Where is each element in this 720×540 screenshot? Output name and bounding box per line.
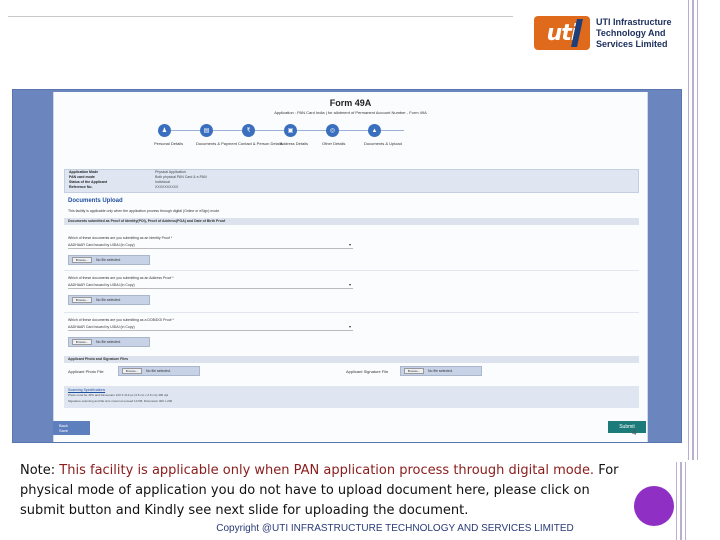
currency-icon: ₹ <box>242 124 255 137</box>
signature-label: Applicant Signature File <box>346 369 389 374</box>
deco-line <box>688 0 689 460</box>
slide: uti UTI Infrastructure Technology And Se… <box>0 0 720 540</box>
address-file-input[interactable]: Browse... No file selected. <box>68 295 150 305</box>
browse-button[interactable]: Browse... <box>122 368 142 374</box>
identity-file-input[interactable]: Browse... No file selected. <box>68 255 150 265</box>
note-prefix: Note: <box>20 463 60 478</box>
file-status: No file selected. <box>96 298 121 302</box>
browse-button[interactable]: Browse... <box>72 297 92 303</box>
logo-line-3: Services Limited <box>596 38 668 49</box>
step-label: Address Details <box>280 141 309 146</box>
step-label: Personal Details <box>154 141 184 146</box>
divider <box>64 312 639 313</box>
address-proof-select[interactable]: AADHAAR Card issued by UIDAI (in Copy) ▾ <box>68 281 353 289</box>
form-panel: Form 49A Application : PAN Card India | … <box>53 92 648 442</box>
form-title: Form 49A <box>329 98 372 108</box>
save-label: Save <box>59 428 69 433</box>
logo-text: UTI Infrastructure Technology And Servic… <box>596 17 672 50</box>
document-icon: ▤ <box>200 124 213 137</box>
step-label: Documents & Upload <box>364 141 402 146</box>
documents-header: Documents submitted as Proof of Identity… <box>64 218 639 225</box>
select-value: AADHAAR Card issued by UIDAI (in Copy) <box>68 243 135 247</box>
other-icon: ◎ <box>326 124 339 137</box>
application-info: Application Mode Physical Application PAN… <box>64 169 639 193</box>
person-icon: ♟ <box>158 124 171 137</box>
step-other[interactable]: ◎ Other Details <box>322 124 368 146</box>
section-note: This facility is applicable only when th… <box>68 209 221 213</box>
select-value: AADHAAR Card issued by UIDAI (in Copy) <box>68 325 135 329</box>
upload-icon: ▲ <box>368 124 381 137</box>
section-title: Documents Upload <box>68 198 123 204</box>
step-upload[interactable]: ▲ Documents & Upload <box>364 124 410 146</box>
logo-line-1: UTI Infrastructure <box>596 16 672 27</box>
file-status: No file selected. <box>146 369 171 373</box>
back-save-button[interactable]: Back Save <box>53 421 90 435</box>
step-documents-payment[interactable]: ▤ Documents & Payment <box>196 124 242 146</box>
note-text: Note: This facility is applicable only w… <box>20 461 630 521</box>
file-status: No file selected. <box>96 340 121 344</box>
browse-button[interactable]: Browse... <box>72 257 92 263</box>
page-number: 4 <box>632 428 637 437</box>
step-label: Contact & Person Details <box>238 141 283 146</box>
question-address: Which of these documents are you submitt… <box>68 276 174 280</box>
uti-logo: uti UTI Infrastructure Technology And Se… <box>534 16 672 50</box>
identity-proof-select[interactable]: AADHAAR Card issued by UIDAI (in Copy) ▾ <box>68 241 353 249</box>
step-label: Documents & Payment <box>196 141 237 146</box>
info-key: Reference No. <box>69 185 93 189</box>
step-label: Other Details <box>322 141 346 146</box>
browse-button[interactable]: Browse... <box>72 339 92 345</box>
browse-button[interactable]: Browse... <box>404 368 424 374</box>
decorative-circle <box>634 486 674 526</box>
step-personal[interactable]: ♟ Personal Details <box>154 124 200 146</box>
submit-button[interactable]: Submit <box>608 421 646 433</box>
step-contact[interactable]: ₹ Contact & Person Details <box>238 124 284 146</box>
scanning-specifications: Scanning Specifications Photo must be JP… <box>64 386 639 408</box>
uti-logo-mark: uti <box>534 16 590 50</box>
note-highlight: This facility is applicable only when PA… <box>59 463 595 478</box>
dob-file-input[interactable]: Browse... No file selected. <box>68 337 150 347</box>
info-value: XXXXXXXXXX <box>155 185 179 189</box>
question-identity: Which of these documents are you submitt… <box>68 236 173 240</box>
chevron-down-icon: ▾ <box>348 282 351 287</box>
address-icon: ▣ <box>284 124 297 137</box>
select-value: AADHAAR Card issued by UIDAI (in Copy) <box>68 283 135 287</box>
deco-line <box>697 0 698 460</box>
progress-steps: ♟ Personal Details ▤ Documents & Payment… <box>154 122 464 162</box>
top-rule <box>8 16 513 17</box>
copyright: Copyright @UTI INFRASTRUCTURE TECHNOLOGY… <box>216 523 574 534</box>
form-screenshot: Form 49A Application : PAN Card India | … <box>12 89 682 443</box>
logo-line-2: Technology And <box>596 27 666 38</box>
spec-line: Signature scanning and file size must no… <box>68 399 173 403</box>
signature-file-input[interactable]: Browse... No file selected. <box>400 366 482 376</box>
photo-label: Applicant Photo File <box>68 369 104 374</box>
form-subtitle: Application : PAN Card India | for allot… <box>274 110 427 115</box>
chevron-down-icon: ▾ <box>348 324 351 329</box>
deco-line <box>692 0 694 460</box>
file-status: No file selected. <box>428 369 453 373</box>
file-status: No file selected. <box>96 258 121 262</box>
photo-signature-header: Applicant Photo and Signature Files <box>64 356 639 363</box>
dob-proof-select[interactable]: AADHAAR Card issued by UIDAI (in Copy) ▾ <box>68 323 353 331</box>
chevron-down-icon: ▾ <box>348 242 351 247</box>
question-dob: Which of these documents are you submitt… <box>68 318 174 322</box>
photo-file-input[interactable]: Browse... No file selected. <box>118 366 200 376</box>
step-address[interactable]: ▣ Address Details <box>280 124 326 146</box>
divider <box>64 270 639 271</box>
